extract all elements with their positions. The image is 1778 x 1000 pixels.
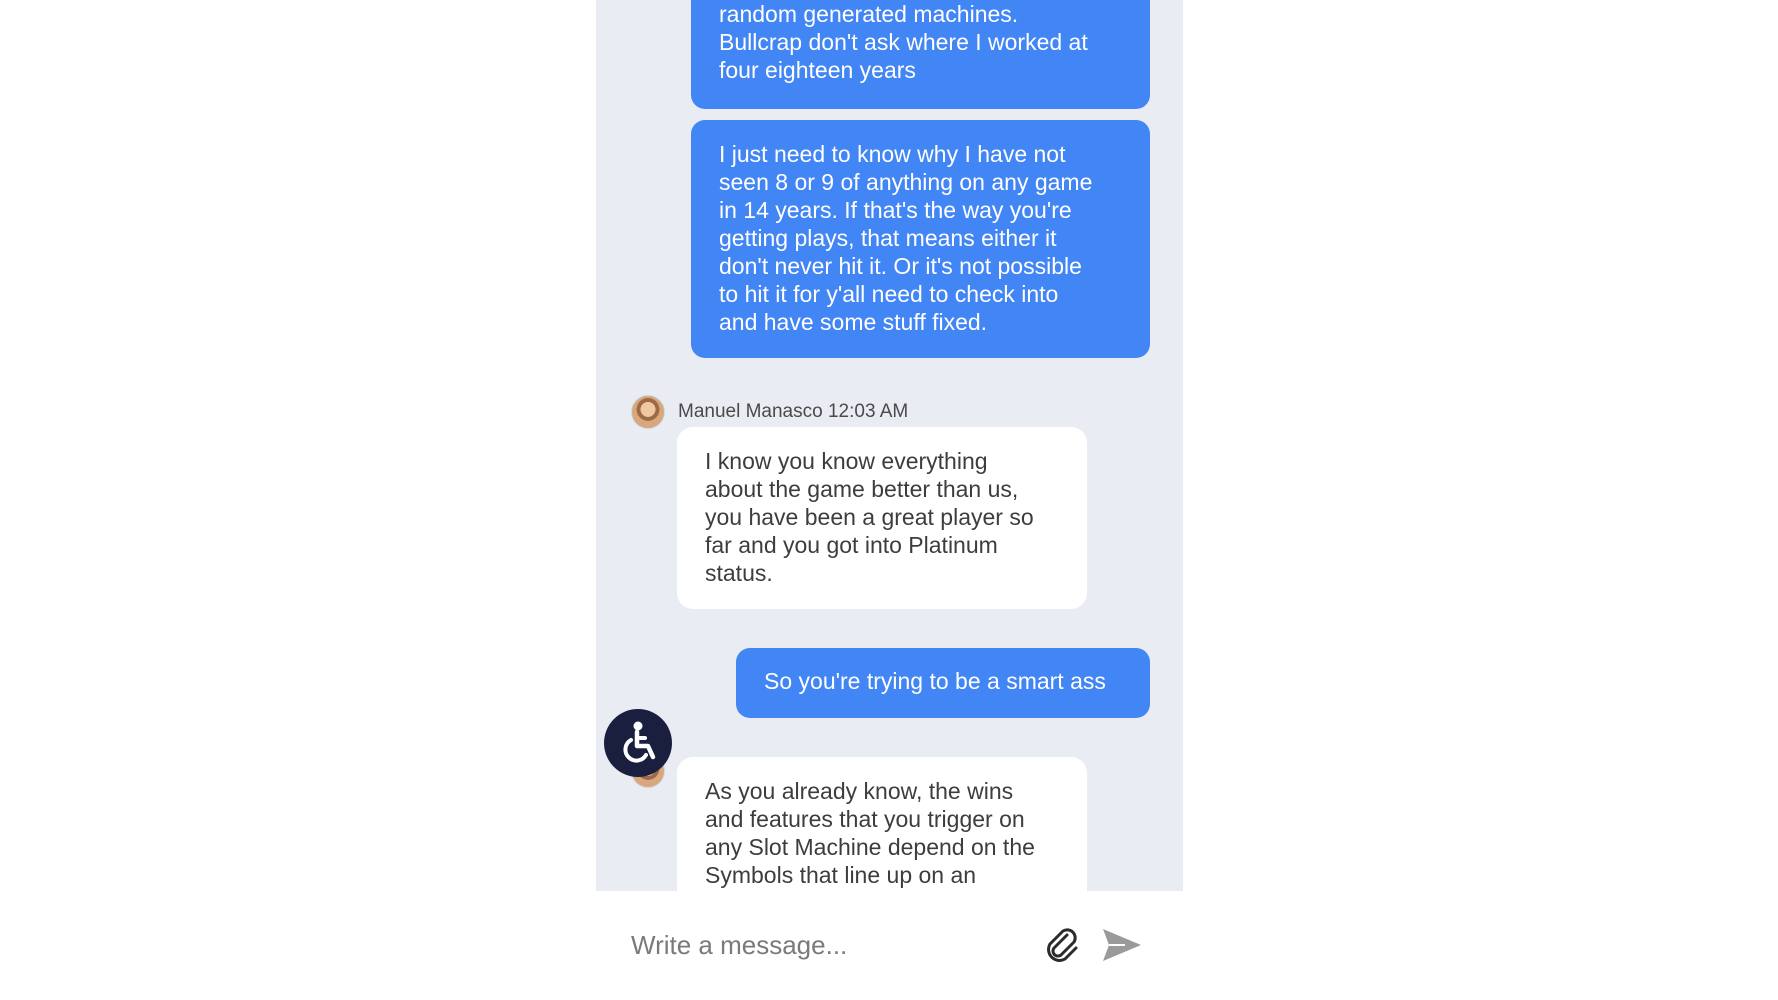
send-icon: [1103, 929, 1141, 961]
incoming-message: I know you know everything about the gam…: [677, 427, 1087, 609]
outgoing-message: So you're trying to be a smart ass: [736, 648, 1150, 718]
sender-name-time: Manuel Manasco 12:03 AM: [678, 401, 909, 422]
outgoing-message: I just need to know why I have not seen …: [691, 120, 1150, 358]
attach-button[interactable]: [1041, 924, 1083, 966]
accessibility-icon: [623, 721, 656, 763]
outgoing-message: random generated machines. Bullcrap don'…: [691, 0, 1150, 109]
message-list[interactable]: random generated machines. Bullcrap don'…: [596, 0, 1183, 891]
paperclip-icon: [1047, 928, 1078, 962]
chat-panel: random generated machines. Bullcrap don'…: [596, 0, 1183, 1000]
agent-avatar: [631, 395, 665, 429]
message-composer: [596, 891, 1183, 1000]
incoming-message: As you already know, the wins and featur…: [677, 757, 1087, 891]
message-sender-header: Manuel Manasco 12:03 AM: [631, 394, 908, 430]
send-button[interactable]: [1099, 924, 1145, 966]
message-input[interactable]: [629, 919, 1033, 971]
accessibility-button[interactable]: [604, 709, 672, 777]
